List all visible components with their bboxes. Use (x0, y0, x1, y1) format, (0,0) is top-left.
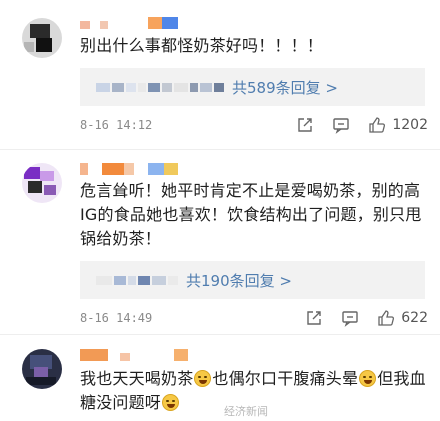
reply-avatars-pixelated (96, 275, 180, 285)
view-replies-link[interactable]: 共190条回复 > (186, 270, 292, 291)
avatar[interactable] (22, 163, 62, 203)
view-replies-link[interactable]: 共589条回复 > (232, 77, 338, 98)
comment-text: 别出什么事都怪奶茶好吗！！！！ (80, 36, 324, 55)
username-pixelated[interactable] (80, 163, 178, 175)
comment-item: 危言耸听！她平时肯定不止是爱喝奶茶，别的高IG的食品她也喜欢！饮食结构出了问题，… (0, 150, 440, 335)
comment-text: 危言耸听！她平时肯定不止是爱喝奶茶，别的高IG的食品她也喜欢！饮食结构出了问题，… (80, 181, 422, 248)
avatar[interactable] (22, 349, 62, 389)
thumbs-up-icon (377, 309, 395, 327)
like-button[interactable]: 1202 (368, 116, 428, 134)
username-pixelated[interactable] (80, 349, 188, 361)
laugh-cry-emoji-icon (359, 370, 377, 387)
comment-item: 我也天天喝奶茶 也偶尔口干腹痛头晕 但我血糖没问题呀 经济新闻 (0, 335, 440, 421)
like-count: 622 (401, 310, 428, 326)
like-button[interactable]: 622 (377, 309, 428, 327)
replies-box[interactable]: 共190条回复 > (80, 261, 425, 299)
comment-item: 别出什么事都怪奶茶好吗！！！！ 共589条回复 > 8-16 14:12 120… (0, 0, 440, 150)
comment-meta: 8-16 14:49 622 (80, 308, 428, 328)
comment-text-part: 我也天天喝奶茶 (80, 369, 194, 388)
share-icon[interactable] (305, 309, 323, 327)
laugh-cry-emoji-icon (162, 394, 180, 411)
share-icon[interactable] (296, 116, 314, 134)
comment-date: 8-16 14:12 (80, 118, 153, 132)
watermark: 经济新闻 (224, 405, 268, 418)
comment-meta: 8-16 14:12 1202 (80, 115, 428, 135)
reply-avatars-pixelated (96, 82, 226, 92)
laugh-cry-emoji-icon (194, 370, 212, 387)
like-count: 1202 (392, 117, 428, 133)
comment-icon[interactable] (341, 309, 359, 327)
comment-text-part: 也偶尔口干腹痛头晕 (212, 369, 359, 388)
thumbs-up-icon (368, 116, 386, 134)
replies-box[interactable]: 共589条回复 > (80, 68, 425, 106)
comment-icon[interactable] (332, 116, 350, 134)
avatar[interactable] (22, 18, 62, 58)
comment-date: 8-16 14:49 (80, 311, 153, 325)
username-pixelated[interactable] (80, 17, 178, 29)
